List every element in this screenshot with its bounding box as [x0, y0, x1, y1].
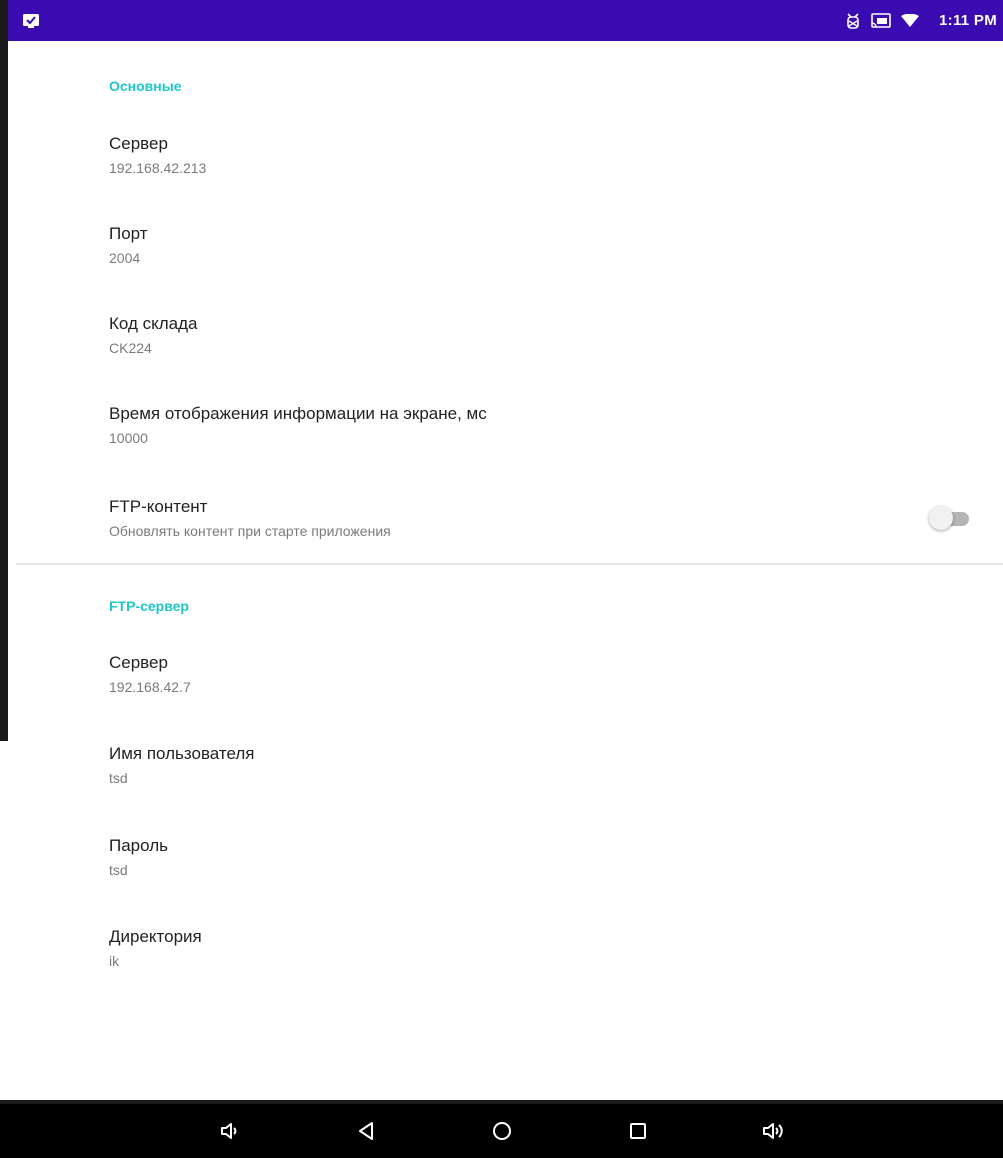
volume-up-icon[interactable] [754, 1111, 794, 1151]
status-time: 1:11 PM [939, 12, 997, 29]
section-header-ftp: FTP-сервер [109, 598, 189, 614]
pref-warehouse-code[interactable]: Код склада CK224 [109, 314, 979, 356]
pref-title: Директория [109, 927, 202, 946]
section-header-general: Основные [109, 78, 182, 94]
pref-username[interactable]: Имя пользователя tsd [109, 744, 979, 786]
toggle-thumb [929, 506, 953, 530]
pref-summary: 2004 [109, 250, 141, 266]
pref-port[interactable]: Порт 2004 [109, 224, 979, 266]
pref-summary: Обновлять контент при старте приложения [109, 523, 391, 539]
usb-debug-icon [845, 12, 861, 30]
pref-title: Сервер [109, 653, 168, 672]
pref-password[interactable]: Пароль tsd [109, 836, 979, 878]
section-divider [16, 563, 1003, 565]
ftp-content-toggle[interactable] [929, 505, 973, 531]
pref-summary: CK224 [109, 340, 152, 356]
pref-ftp-content[interactable]: FTP-контент Обновлять контент при старте… [109, 497, 979, 539]
pref-ftp-server[interactable]: Сервер 192.168.42.7 [109, 653, 979, 695]
pref-title: Имя пользователя [109, 744, 255, 763]
pref-title: Пароль [109, 836, 168, 855]
cast-icon [871, 12, 891, 29]
pref-server[interactable]: Сервер 192.168.42.213 [109, 134, 979, 176]
pref-title: Время отображения информации на экране, … [109, 404, 487, 423]
pref-title: Код склада [109, 314, 198, 333]
pref-title: Порт [109, 224, 148, 243]
back-icon[interactable] [346, 1111, 386, 1151]
pref-summary: tsd [109, 770, 128, 786]
pref-display-time[interactable]: Время отображения информации на экране, … [109, 404, 979, 446]
home-icon[interactable] [482, 1111, 522, 1151]
settings-list: Основные Сервер 192.168.42.213 Порт 2004… [0, 41, 1003, 969]
wifi-icon [901, 13, 920, 28]
pref-title: Сервер [109, 134, 168, 153]
volume-down-icon[interactable] [210, 1111, 250, 1151]
navigation-bar [0, 1104, 1003, 1158]
pref-summary: ik [109, 953, 120, 969]
pref-directory[interactable]: Директория ik [109, 927, 979, 969]
status-bar: 1:11 PM [0, 0, 1003, 41]
pref-title: FTP-контент [109, 497, 208, 516]
pref-summary: tsd [109, 862, 128, 878]
status-icons: 1:11 PM [845, 12, 997, 30]
pref-summary: 192.168.42.213 [109, 160, 207, 176]
app-notification-icon [22, 13, 40, 29]
recents-icon[interactable] [618, 1111, 658, 1151]
pref-summary: 10000 [109, 430, 148, 446]
pref-summary: 192.168.42.7 [109, 679, 191, 695]
